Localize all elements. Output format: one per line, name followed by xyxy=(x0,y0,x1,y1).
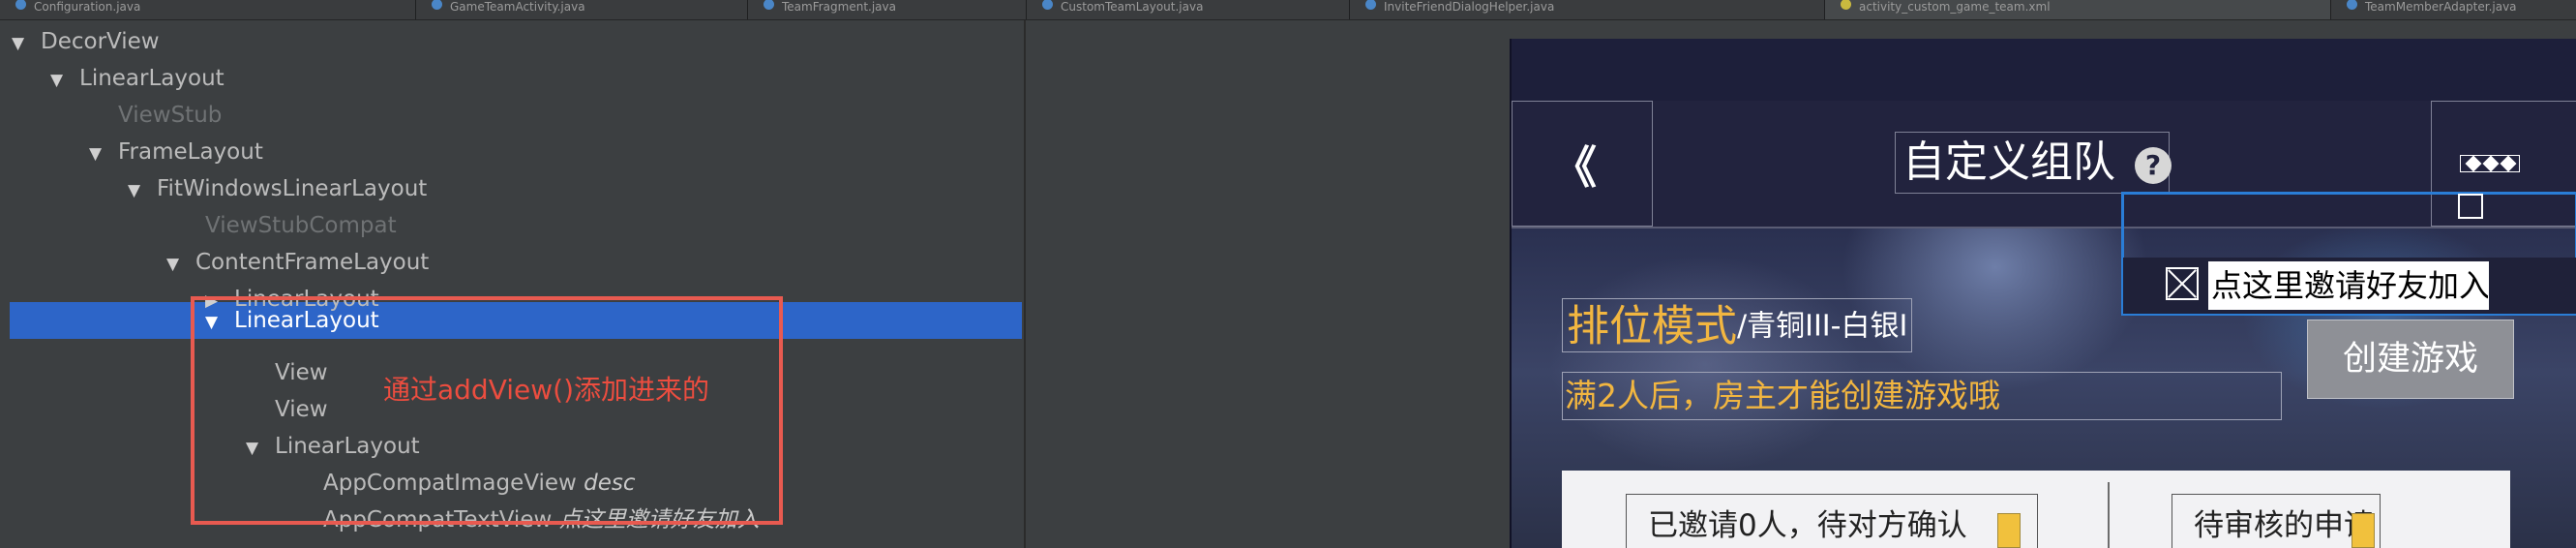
expand-arrow-icon[interactable]: ▼ xyxy=(89,136,118,172)
editor-tab[interactable]: Configuration.java xyxy=(0,0,416,19)
annotation-highlight-box xyxy=(191,296,783,525)
expand-arrow-icon[interactable]: ▼ xyxy=(166,246,195,283)
xml-file-icon xyxy=(1841,0,1851,10)
editor-tab[interactable]: InviteFriendDialogHelper.java xyxy=(1350,0,1825,19)
java-file-icon xyxy=(1365,0,1376,10)
back-icon[interactable]: 《 xyxy=(1552,145,1597,190)
create-game-button[interactable]: 创建游戏 xyxy=(2307,320,2514,399)
game-mode-title: 排位模式 xyxy=(1567,301,1737,351)
expand-arrow-icon[interactable]: ▼ xyxy=(128,172,157,209)
tree-node[interactable]: ▼ DecorView xyxy=(12,23,160,60)
card-divider xyxy=(2108,482,2110,548)
tree-node[interactable]: ▼ LinearLayout xyxy=(50,60,225,97)
help-icon[interactable]: ? xyxy=(2135,147,2172,184)
edit-icon[interactable] xyxy=(1997,513,2021,548)
tree-node[interactable]: ViewStubCompat xyxy=(176,207,397,244)
java-file-icon xyxy=(1042,0,1053,10)
java-file-icon xyxy=(764,0,774,10)
expand-arrow-icon[interactable]: ▼ xyxy=(50,62,79,99)
team-hint-text: 满2人后，房主才能创建游戏哦 xyxy=(1562,372,2282,420)
edit-icon[interactable] xyxy=(2351,513,2375,548)
java-file-icon xyxy=(15,0,26,10)
editor-tab[interactable]: TeamMemberAdapter.java xyxy=(2331,0,2576,19)
properties-pane xyxy=(1026,20,1510,548)
tree-node[interactable]: ▼ FitWindowsLinearLayout xyxy=(128,170,427,207)
device-preview: 《 自定义组队 ? 点这里邀请好友加入 排位模式/青铜III-白银I 满2人后，… xyxy=(1510,39,2576,548)
tree-node[interactable]: ▼ FrameLayout xyxy=(89,134,263,170)
editor-tab[interactable]: CustomTeamLayout.java xyxy=(1027,0,1350,19)
invited-status[interactable]: 已邀请0人，待对方确认 xyxy=(1626,494,2038,548)
more-dot xyxy=(2500,155,2517,172)
invite-friend-text[interactable]: 点这里邀请好友加入 xyxy=(2208,261,2489,310)
editor-tab[interactable]: GameTeamActivity.java xyxy=(416,0,748,19)
annotation-label: 通过addView()添加进来的 xyxy=(383,374,709,406)
status-bar xyxy=(1512,39,2576,102)
more-dot xyxy=(2465,155,2482,172)
editor-tab-active[interactable]: activity_custom_game_team.xml xyxy=(1825,0,2331,19)
tree-node[interactable]: ▼ ContentFrameLayout xyxy=(166,244,429,281)
close-icon[interactable] xyxy=(2166,267,2199,300)
editor-tab-strip: Configuration.java GameTeamActivity.java… xyxy=(0,0,2576,20)
pending-status[interactable]: 待审核的申请 xyxy=(2172,494,2381,548)
more-dot xyxy=(2482,155,2500,172)
game-mode-row: 排位模式/青铜III-白银I xyxy=(1562,298,1912,352)
editor-tab[interactable]: TeamFragment.java xyxy=(748,0,1027,19)
tree-node[interactable]: ViewStub xyxy=(89,97,222,134)
more-icon[interactable] xyxy=(2460,155,2520,172)
java-file-icon xyxy=(432,0,442,10)
page-title: 自定义组队 xyxy=(1902,137,2115,187)
expand-arrow-icon[interactable]: ▼ xyxy=(12,25,41,62)
popup-anchor xyxy=(2458,194,2483,219)
java-file-icon xyxy=(2347,0,2357,10)
game-mode-rank: /青铜III-白银I xyxy=(1737,309,1908,344)
